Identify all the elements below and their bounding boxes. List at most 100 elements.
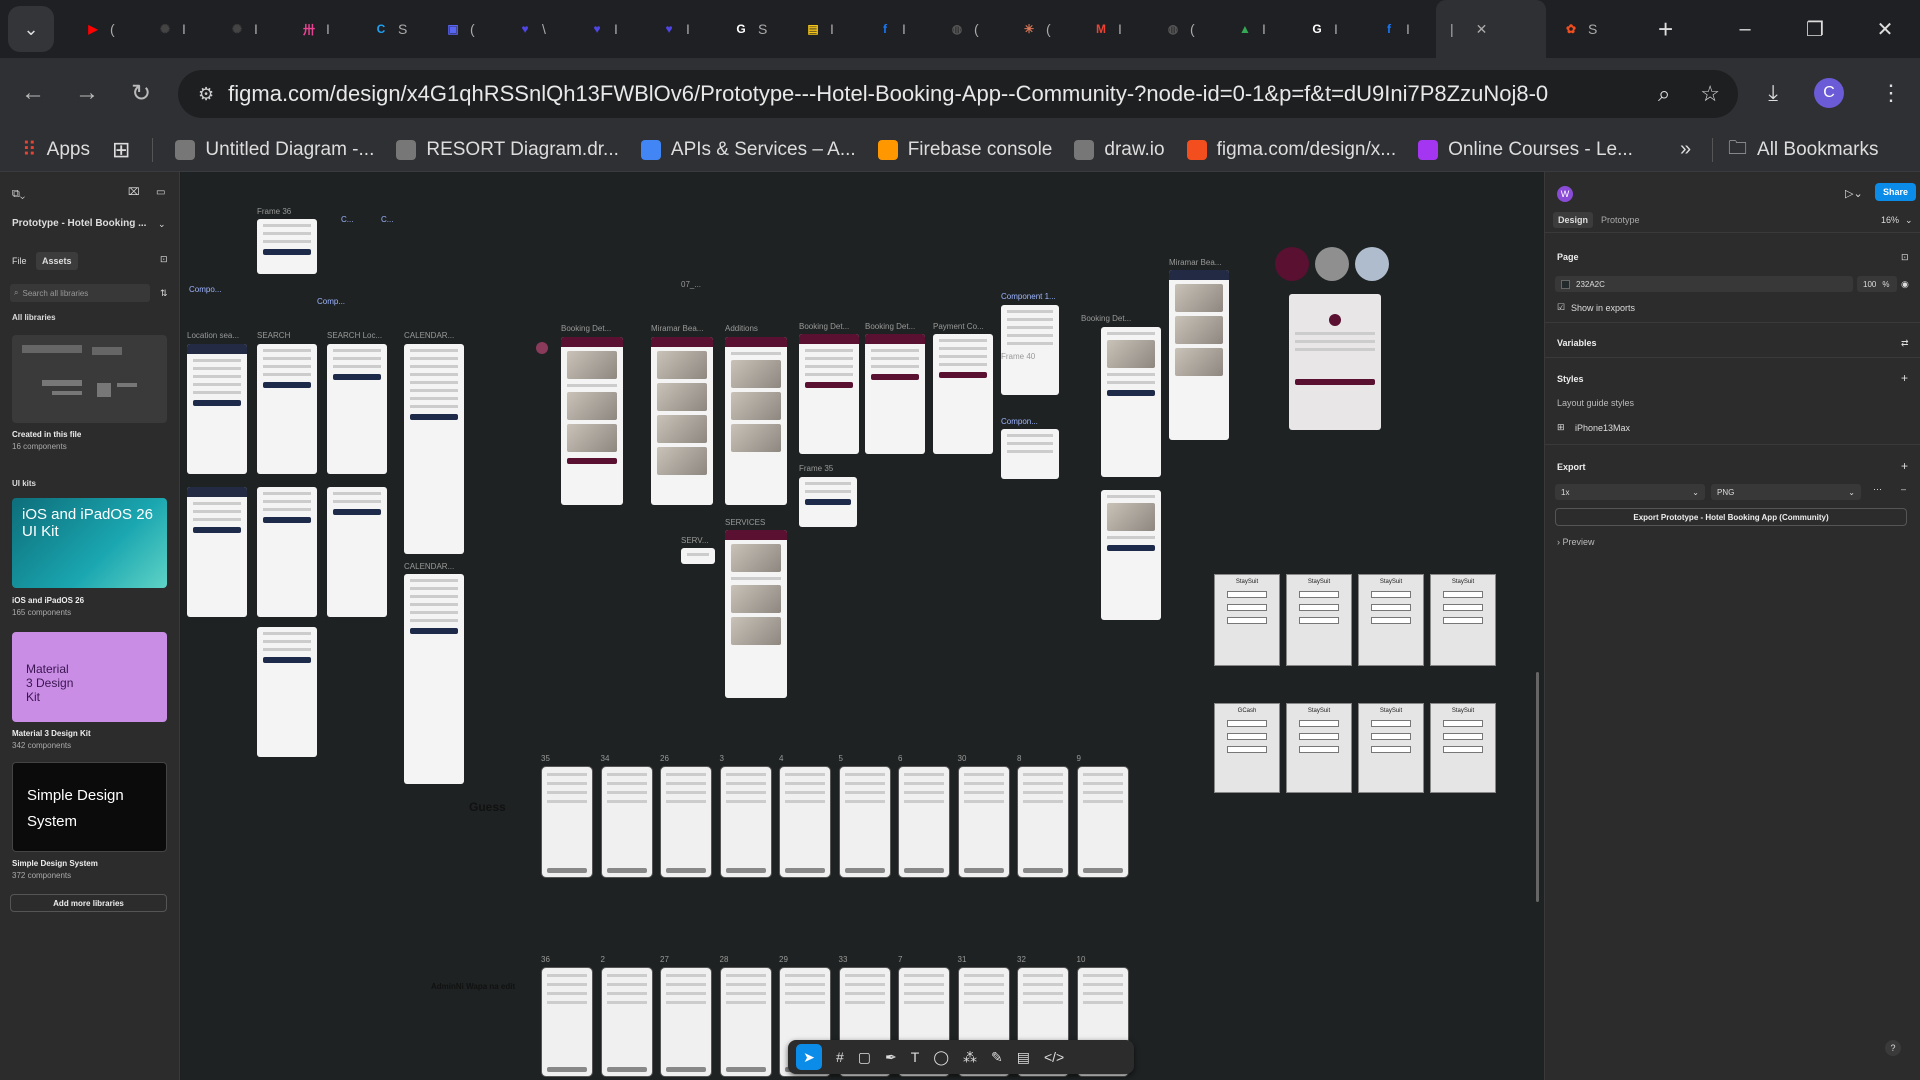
ai-icon[interactable]: ⌧ <box>128 187 140 198</box>
dev-mode-icon[interactable]: </> <box>1044 1049 1064 1065</box>
canvas-scrollbar[interactable] <box>1536 672 1539 902</box>
layout-guide-item[interactable]: iPhone13Max <box>1575 423 1630 433</box>
calendar-frame-2[interactable] <box>404 574 464 784</box>
chevron-down-icon[interactable]: ⌄ <box>158 219 166 230</box>
swatch[interactable] <box>1275 247 1309 281</box>
browser-tab[interactable]: MI <box>1076 9 1148 49</box>
profile-avatar[interactable]: C <box>1814 78 1844 108</box>
browser-tab[interactable]: ♥ I <box>644 9 716 49</box>
file-name[interactable]: Prototype - Hotel Booking ... <box>12 218 146 229</box>
location-search-frame-2[interactable] <box>187 487 247 617</box>
add-export-icon[interactable]: + <box>1901 459 1908 473</box>
mobile-screen-frame[interactable] <box>541 967 593 1077</box>
tab-groups-button[interactable]: ⊞ <box>112 137 130 163</box>
restore-icon[interactable]: ❐ <box>1780 0 1850 58</box>
tab-prototype[interactable]: Prototype <box>1601 215 1640 225</box>
design-mode-icon[interactable]: ▤ <box>1017 1049 1030 1066</box>
browser-tab[interactable]: ▣( <box>428 9 500 49</box>
browser-tab[interactable]: GI <box>1292 9 1364 49</box>
search-location-frame[interactable] <box>327 344 387 474</box>
download-icon[interactable]: ⤓ <box>1768 80 1778 106</box>
wireframe-screen[interactable]: StaySuit <box>1430 574 1496 666</box>
bookmark-apps[interactable]: ⠿ Apps <box>22 137 90 162</box>
browser-tab[interactable]: ▤ I <box>788 9 860 49</box>
browser-tab[interactable]: CS <box>356 9 428 49</box>
additions-frame[interactable] <box>725 337 787 505</box>
mobile-screen-frame[interactable] <box>600 967 653 1077</box>
figma-canvas[interactable]: Frame 36 C... C... Compo... Comp... Loca… <box>181 172 1544 1080</box>
browser-tab[interactable]: ◍( <box>932 9 1004 49</box>
browser-tab[interactable]: ✿ S <box>1546 9 1618 49</box>
bookmark-item[interactable]: draw.io <box>1074 139 1165 161</box>
filter-icon[interactable]: ⇅ <box>160 288 168 299</box>
text-tool-icon[interactable]: T <box>911 1049 920 1065</box>
booking-details-frame-2[interactable] <box>799 334 859 454</box>
page-opacity-input[interactable]: 100 % <box>1857 276 1897 292</box>
tab-file[interactable]: File <box>12 256 27 266</box>
component-2[interactable] <box>1001 429 1059 479</box>
move-tool-icon[interactable]: ➤ <box>796 1044 822 1070</box>
new-tab-button[interactable]: + <box>1658 14 1673 45</box>
miramar-frame-2[interactable] <box>1169 270 1229 440</box>
swatch[interactable] <box>1315 247 1349 281</box>
location-search-frame[interactable] <box>187 344 247 474</box>
mobile-screen-frame[interactable] <box>898 766 950 878</box>
color-dot[interactable] <box>536 342 548 354</box>
add-style-icon[interactable]: + <box>1901 371 1908 385</box>
eye-icon[interactable]: ◉ <box>1901 279 1909 290</box>
browser-tab[interactable]: 卅I <box>284 9 356 49</box>
booking-details-frame-5[interactable] <box>1101 490 1161 620</box>
close-window-icon[interactable]: ✕ <box>1850 0 1920 58</box>
mobile-screen-frame[interactable] <box>779 766 831 878</box>
reload-icon[interactable]: ↻ <box>114 79 168 108</box>
zoom-icon[interactable]: ⌕ <box>1658 81 1670 107</box>
booking-details-frame-3[interactable] <box>865 334 925 454</box>
user-avatar[interactable]: W <box>1557 186 1573 202</box>
browser-tab[interactable]: ✺ I <box>212 9 284 49</box>
remove-export-icon[interactable]: – <box>1901 484 1906 494</box>
share-button[interactable]: Share <box>1875 183 1917 201</box>
back-icon[interactable]: ← <box>6 79 60 107</box>
mobile-screen-frame[interactable] <box>600 766 653 878</box>
mobile-screen-frame[interactable] <box>660 967 712 1077</box>
wireframe-screen[interactable]: StaySuit <box>1430 703 1496 793</box>
omnibox[interactable]: ⚙ figma.com/design/x4G1qhRSSnlQh13FWBlOv… <box>178 70 1738 118</box>
wireframe-screen[interactable]: StaySuit <box>1358 703 1424 793</box>
local-library-card[interactable] <box>12 335 167 423</box>
swatch[interactable] <box>1355 247 1389 281</box>
bookmark-item[interactable]: RESORT Diagram.dr... <box>396 139 619 161</box>
mobile-screen-frame[interactable] <box>541 766 593 878</box>
tab-assets[interactable]: Assets <box>36 252 78 270</box>
wireframe-screen[interactable]: GCash <box>1214 703 1280 793</box>
browser-tab[interactable]: ▶( <box>68 9 140 49</box>
search-frame[interactable] <box>257 344 317 474</box>
actions-icon[interactable]: ⁂ <box>963 1049 977 1066</box>
frame-35[interactable] <box>799 477 857 527</box>
miramar-frame[interactable] <box>651 337 713 505</box>
services-frame[interactable] <box>725 530 787 698</box>
export-format-select[interactable]: PNG ⌄ <box>1711 484 1861 500</box>
show-in-exports-checkbox[interactable]: ☑ <box>1557 302 1565 313</box>
browser-tab[interactable]: fI <box>1364 9 1436 49</box>
site-info-icon[interactable]: ⚙ <box>198 84 214 105</box>
add-more-libraries-button[interactable]: Add more libraries <box>10 894 167 912</box>
forward-icon[interactable]: → <box>60 79 114 107</box>
frame-36[interactable] <box>257 219 317 274</box>
all-bookmarks[interactable]: 🗀 All Bookmarks <box>1728 134 1878 166</box>
browser-tab[interactable]: ✺ I <box>140 9 212 49</box>
zoom-level[interactable]: 16% <box>1881 215 1899 225</box>
draw-mode-icon[interactable]: ✎ <box>991 1049 1003 1066</box>
calendar-frame[interactable] <box>404 344 464 554</box>
booking-details-frame[interactable] <box>561 337 623 505</box>
sidebar-toggle-icon[interactable]: ▭ <box>156 187 165 198</box>
wireframe-screen[interactable]: StaySuit <box>1286 703 1352 793</box>
wireframe-screen[interactable]: StaySuit <box>1214 574 1280 666</box>
rectangle-tool-icon[interactable]: ▢ <box>858 1049 871 1066</box>
material-kit-card[interactable]: Material 3 Design Kit <box>12 632 167 722</box>
search-location-frame-2[interactable] <box>327 487 387 617</box>
mobile-screen-frame[interactable] <box>1017 766 1069 878</box>
mobile-screen-frame[interactable] <box>838 766 891 878</box>
wireframe-screen[interactable]: StaySuit <box>1358 574 1424 666</box>
figma-menu-icon[interactable]: ⧉⌄ <box>12 188 25 201</box>
local-styles-icon[interactable]: ⊡ <box>1901 252 1909 263</box>
